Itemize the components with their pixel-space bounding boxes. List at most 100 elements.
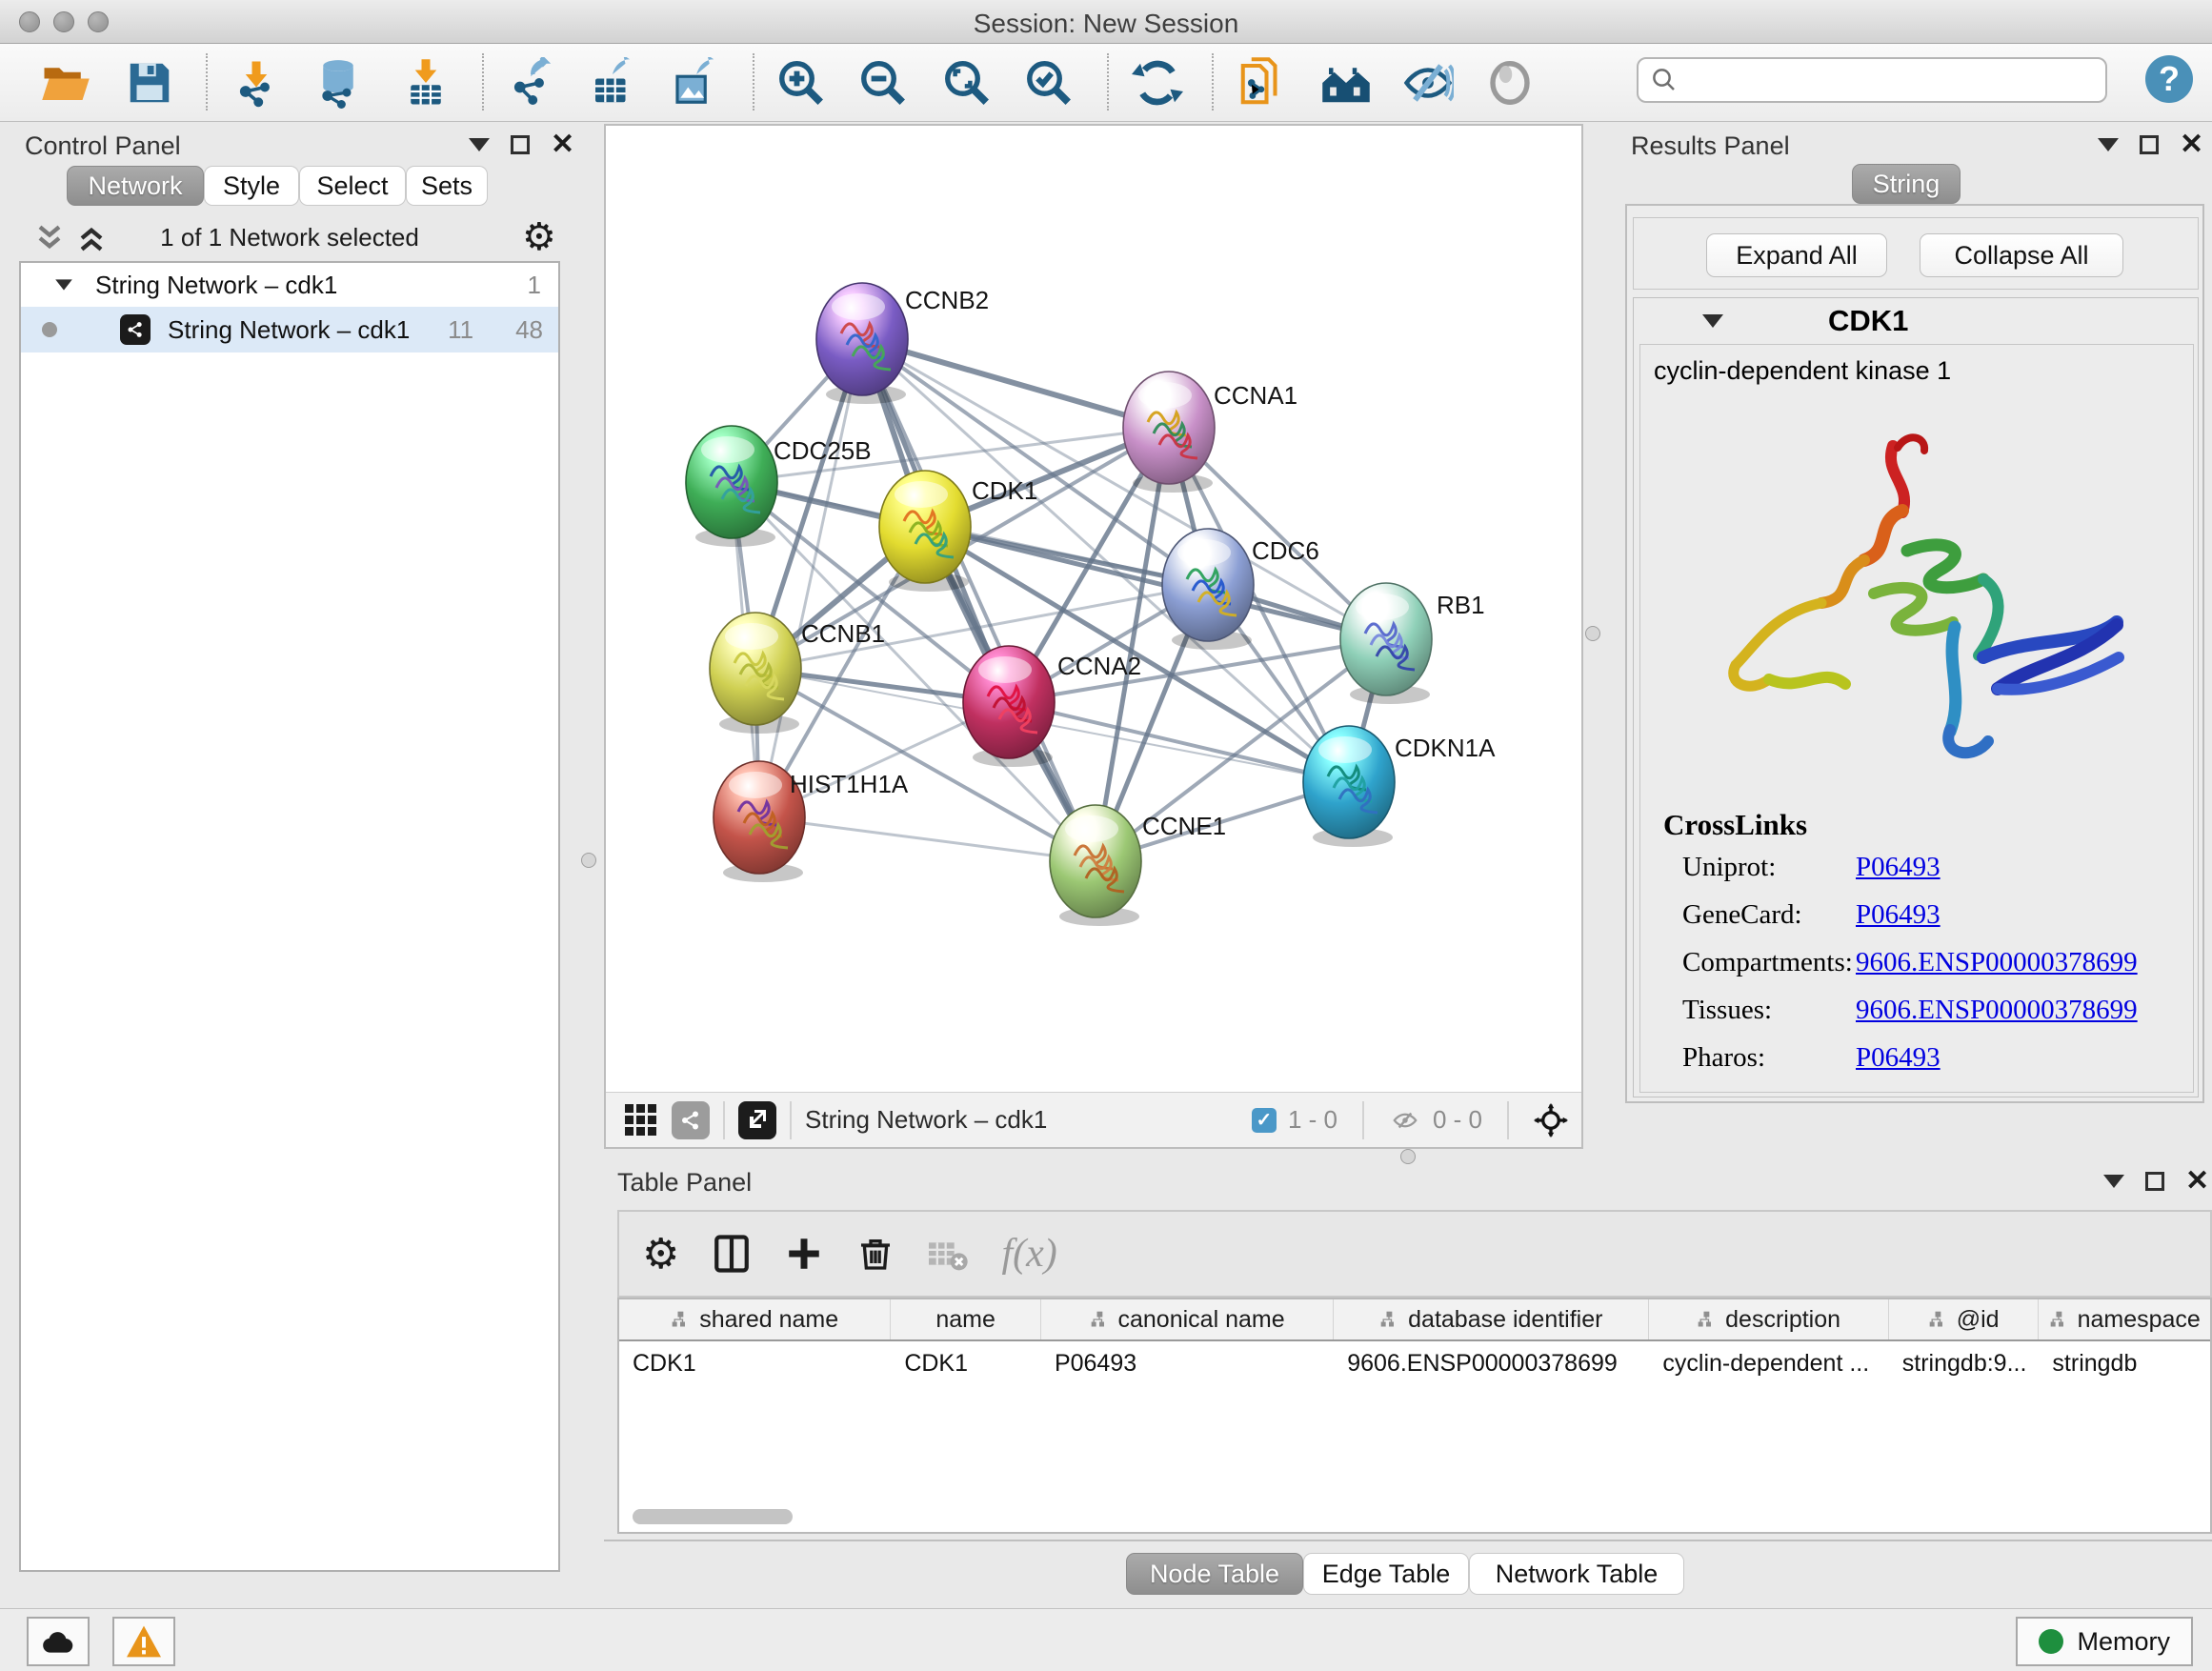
open-session-icon[interactable] — [38, 55, 93, 111]
warnings-button[interactable] — [112, 1617, 175, 1666]
column-type-icon — [1697, 1310, 1716, 1329]
cell-namespace[interactable]: stringdb — [2039, 1341, 2210, 1385]
column-header[interactable]: namespace — [2039, 1299, 2210, 1339]
tab-string[interactable]: String — [1852, 164, 1961, 204]
network-collection-row[interactable]: String Network – cdk1 1 — [21, 263, 558, 307]
tab-sets[interactable]: Sets — [406, 166, 488, 206]
crosslink-link[interactable]: P06493 — [1856, 1042, 1941, 1074]
crosslink-link[interactable]: P06493 — [1856, 899, 1941, 931]
cell-canonical-name[interactable]: P06493 — [1041, 1341, 1334, 1385]
hidden-eye-icon[interactable] — [1389, 1106, 1421, 1135]
column-header[interactable]: @id — [1889, 1299, 2040, 1339]
show-columns-icon[interactable] — [712, 1233, 752, 1275]
main-toolbar: ? — [0, 44, 2212, 122]
gene-header[interactable]: CDK1 — [1634, 298, 2198, 344]
tab-network-table[interactable]: Network Table — [1469, 1553, 1684, 1595]
node-label: CCNE1 — [1142, 812, 1226, 840]
panel-float-icon[interactable] — [511, 135, 530, 154]
control-panel-title: Control Panel — [25, 131, 181, 161]
crosslink-link[interactable]: P06493 — [1856, 852, 1941, 883]
crosslink-link[interactable]: 9606.ENSP00000378699 — [1856, 995, 2138, 1026]
collapse-all-button[interactable]: Collapse All — [1920, 233, 2123, 277]
horizontal-scrollbar[interactable] — [633, 1509, 793, 1524]
cell-name[interactable]: CDK1 — [891, 1341, 1041, 1385]
panel-close-icon[interactable]: ✕ — [2180, 135, 2203, 154]
cell-description[interactable]: cyclin-dependent ... — [1649, 1341, 1888, 1385]
column-header[interactable]: description — [1649, 1299, 1888, 1339]
show-all-icon[interactable] — [1482, 55, 1538, 111]
panel-menu-icon[interactable] — [469, 138, 490, 151]
panel-float-icon[interactable] — [2140, 135, 2159, 154]
table-settings-gear-icon[interactable]: ⚙ — [642, 1230, 679, 1278]
refresh-icon[interactable] — [1130, 55, 1185, 111]
node-table: shared name name canonical name database… — [617, 1298, 2212, 1534]
new-network-from-selection-icon[interactable] — [1235, 55, 1290, 111]
fit-selection-crosshair-icon[interactable] — [1534, 1103, 1568, 1137]
panel-menu-icon[interactable] — [2103, 1175, 2124, 1188]
import-table-icon[interactable] — [398, 55, 453, 111]
crosslink-link[interactable]: 9606.ENSP00000378699 — [1856, 947, 2138, 978]
view-grid-icon[interactable] — [625, 1104, 656, 1136]
collection-label: String Network – cdk1 — [95, 271, 337, 300]
zoom-selected-icon[interactable] — [1021, 55, 1076, 111]
column-header[interactable]: shared name — [619, 1299, 891, 1339]
import-network-icon[interactable] — [229, 55, 284, 111]
network-view[interactable]: CCNB2CCNA1CDC25BCDK1CDC6RB1CCNB1CCNA2CDK… — [604, 124, 1583, 1149]
hide-selected-icon[interactable] — [1400, 55, 1456, 111]
cell-id[interactable]: stringdb:9... — [1889, 1341, 2040, 1385]
memory-button[interactable]: Memory — [2016, 1617, 2193, 1666]
export-image-icon[interactable] — [667, 55, 722, 111]
gene-section: CDK1 cyclin-dependent kinase 1 — [1633, 297, 2199, 1097]
search-input[interactable] — [1679, 67, 2079, 93]
column-header[interactable]: database identifier — [1334, 1299, 1649, 1339]
right-splitter-handle[interactable] — [1585, 626, 1600, 641]
column-header[interactable]: canonical name — [1041, 1299, 1334, 1339]
zoom-in-icon[interactable] — [774, 55, 829, 111]
cloud-button[interactable] — [27, 1617, 90, 1666]
cell-database-identifier[interactable]: 9606.ENSP00000378699 — [1334, 1341, 1649, 1385]
function-builder-icon: f(x) — [1001, 1231, 1056, 1277]
panel-float-icon[interactable] — [2145, 1172, 2164, 1191]
tab-network[interactable]: Network — [67, 166, 204, 206]
help-button[interactable]: ? — [2145, 55, 2193, 103]
gene-expand-icon[interactable] — [1702, 314, 1723, 328]
crosslink-row: Uniprot: P06493 — [1682, 852, 2178, 883]
expand-all-button[interactable]: Expand All — [1706, 233, 1887, 277]
network-row-selected[interactable]: String Network – cdk1 11 48 — [21, 307, 558, 352]
panel-close-icon[interactable]: ✕ — [551, 135, 574, 154]
table-row[interactable]: CDK1 CDK1 P06493 9606.ENSP00000378699 cy… — [619, 1341, 2210, 1385]
network-node-rb1: RB1 — [1340, 583, 1485, 704]
network-list: String Network – cdk1 1 String Network –… — [19, 261, 560, 1572]
add-column-icon[interactable] — [784, 1234, 824, 1274]
view-share-icon[interactable] — [672, 1101, 710, 1139]
network-options-gear-icon[interactable]: ⚙ — [522, 215, 556, 259]
network-selection-status: 1 of 1 Network selected — [13, 223, 566, 252]
tab-edge-table[interactable]: Edge Table — [1303, 1553, 1469, 1595]
cell-shared-name[interactable]: CDK1 — [619, 1341, 891, 1385]
zoom-fit-icon[interactable] — [939, 55, 995, 111]
zoom-out-icon[interactable] — [855, 55, 911, 111]
save-session-icon[interactable] — [122, 55, 177, 111]
tab-node-table[interactable]: Node Table — [1126, 1553, 1303, 1595]
node-label: RB1 — [1437, 591, 1485, 619]
birdseye-view-icon[interactable] — [738, 1101, 776, 1139]
network-node-cdkn1a: CDKN1A — [1303, 726, 1496, 847]
export-network-icon[interactable] — [503, 55, 558, 111]
network-canvas[interactable]: CCNB2CCNA1CDC25BCDK1CDC6RB1CCNB1CCNA2CDK… — [606, 126, 1581, 1092]
gene-description: cyclin-dependent kinase 1 — [1654, 356, 1951, 386]
import-network-from-database-icon[interactable] — [311, 55, 366, 111]
string-home-icon[interactable] — [1318, 55, 1374, 111]
delete-column-trash-icon[interactable] — [856, 1233, 895, 1275]
left-splitter-handle[interactable] — [581, 853, 596, 868]
tab-select[interactable]: Select — [299, 166, 406, 206]
export-table-icon[interactable] — [585, 55, 640, 111]
crosslink-label: Uniprot: — [1682, 852, 1856, 883]
tab-style[interactable]: Style — [204, 166, 299, 206]
search-field[interactable] — [1637, 57, 2107, 103]
collection-expand-icon[interactable] — [55, 279, 72, 290]
panel-close-icon[interactable]: ✕ — [2185, 1172, 2209, 1191]
selected-checkbox-icon[interactable]: ✓ — [1252, 1108, 1277, 1133]
column-header[interactable]: name — [891, 1299, 1041, 1339]
panel-menu-icon[interactable] — [2098, 138, 2119, 151]
search-icon — [1650, 66, 1679, 94]
